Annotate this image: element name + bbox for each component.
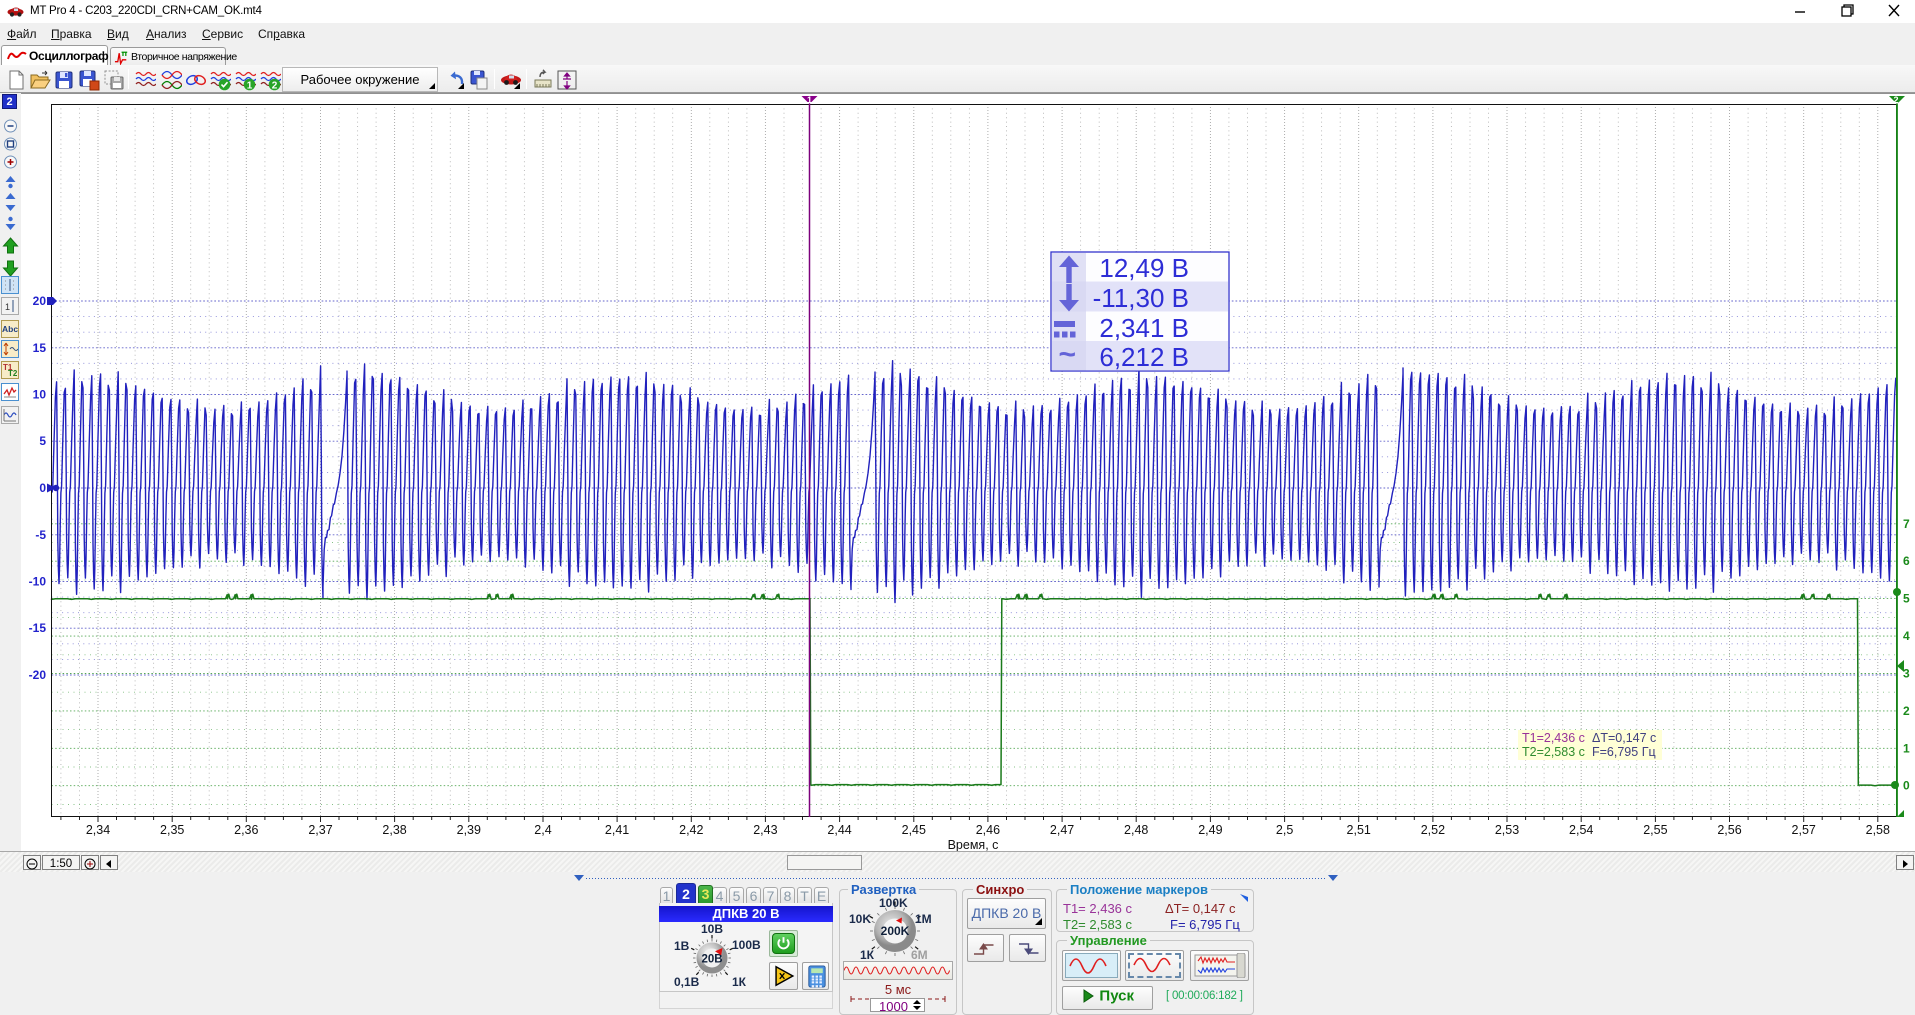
svg-text:-20: -20 [29, 668, 47, 682]
svg-text:2: 2 [272, 81, 278, 92]
svg-text:-5: -5 [35, 528, 46, 542]
svg-text:2,41: 2,41 [605, 823, 629, 837]
svg-text:2,35: 2,35 [160, 823, 184, 837]
svg-text:ΔT=0,147 с: ΔT=0,147 с [1592, 731, 1656, 745]
svg-text:20: 20 [33, 294, 47, 308]
svg-text:2,44: 2,44 [827, 823, 851, 837]
svg-text:2,54: 2,54 [1569, 823, 1593, 837]
svg-text:2,48: 2,48 [1124, 823, 1148, 837]
svg-text:2,56: 2,56 [1717, 823, 1741, 837]
svg-text:~: ~ [1058, 338, 1076, 371]
svg-text:7: 7 [1903, 517, 1910, 531]
svg-text:1: 1 [1903, 741, 1910, 755]
svg-text:2,42: 2,42 [679, 823, 703, 837]
svg-text:10: 10 [33, 388, 47, 402]
svg-text:2,341 В: 2,341 В [1099, 313, 1189, 343]
svg-text:2,5: 2,5 [1276, 823, 1293, 837]
svg-text:2,49: 2,49 [1198, 823, 1222, 837]
svg-text:-10: -10 [29, 575, 47, 589]
svg-text:2,55: 2,55 [1643, 823, 1667, 837]
svg-text:1: 1 [5, 302, 10, 312]
svg-text:0: 0 [1903, 779, 1910, 793]
svg-text:5: 5 [1903, 592, 1910, 606]
svg-text:2,37: 2,37 [308, 823, 332, 837]
svg-text:20В: 20В [701, 954, 722, 966]
svg-text:2,58: 2,58 [1866, 823, 1890, 837]
svg-text:5: 5 [39, 434, 46, 448]
svg-text:2,51: 2,51 [1347, 823, 1371, 837]
svg-text:2,57: 2,57 [1792, 823, 1816, 837]
svg-text:15: 15 [33, 341, 47, 355]
svg-text:6,212 В: 6,212 В [1099, 342, 1189, 372]
svg-text:T2=2,583 с: T2=2,583 с [1522, 745, 1585, 759]
svg-text:12,49 В: 12,49 В [1099, 253, 1189, 283]
svg-text:2: 2 [1893, 95, 1898, 105]
svg-text:2,52: 2,52 [1421, 823, 1445, 837]
svg-text:0: 0 [39, 481, 46, 495]
svg-text:-11,30 В: -11,30 В [1093, 283, 1189, 313]
svg-text:2,46: 2,46 [976, 823, 1000, 837]
svg-text:T2: T2 [8, 369, 18, 378]
svg-text:Время, с: Время, с [948, 838, 999, 851]
svg-text:4: 4 [1903, 629, 1910, 643]
svg-text:2,47: 2,47 [1050, 823, 1074, 837]
svg-text:2,4: 2,4 [534, 823, 551, 837]
svg-text:F=6,795 Гц: F=6,795 Гц [1592, 745, 1656, 759]
svg-text:2,43: 2,43 [753, 823, 777, 837]
svg-text:2,39: 2,39 [457, 823, 481, 837]
svg-text:6: 6 [1903, 554, 1910, 568]
svg-text:T1=2,436 с: T1=2,436 с [1522, 731, 1585, 745]
svg-text:2,34: 2,34 [86, 823, 110, 837]
svg-text:-15: -15 [29, 621, 47, 635]
svg-text:1: 1 [807, 95, 812, 105]
svg-text:2,45: 2,45 [902, 823, 926, 837]
svg-text:200K: 200K [881, 924, 910, 938]
svg-text:2,38: 2,38 [382, 823, 406, 837]
svg-text:3: 3 [1903, 667, 1910, 681]
svg-text:1: 1 [247, 81, 253, 92]
svg-text:2,53: 2,53 [1495, 823, 1519, 837]
svg-text:2,36: 2,36 [234, 823, 258, 837]
svg-text:2: 2 [1903, 704, 1910, 718]
